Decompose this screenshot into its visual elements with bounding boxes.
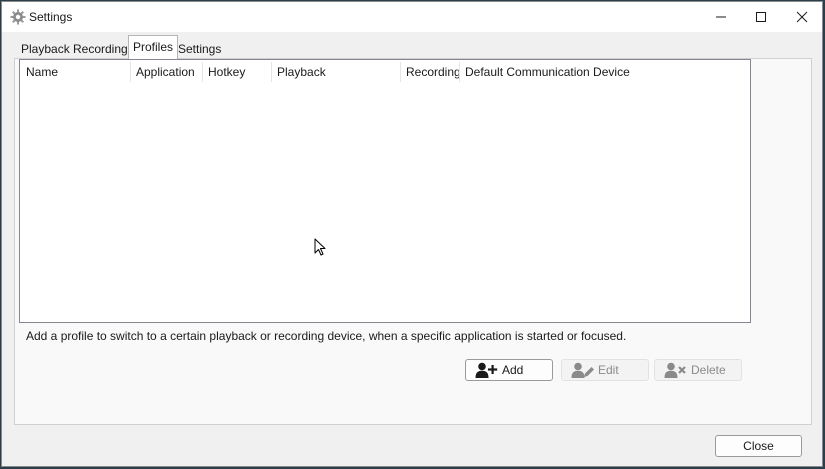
title-bar[interactable]: Settings [2, 2, 822, 32]
list-header: Name Application Hotkey Playback Recordi… [20, 60, 750, 84]
profiles-hint-text: Add a profile to switch to a certain pla… [26, 329, 627, 343]
tab-recording[interactable]: Recording [69, 39, 132, 59]
tab-profiles[interactable]: Profiles [128, 35, 179, 59]
maximize-icon [756, 12, 766, 22]
profiles-list[interactable]: Name Application Hotkey Playback Recordi… [19, 59, 751, 323]
settings-window: Settings Playback Recording Profiles Set… [1, 1, 823, 467]
delete-profile-button[interactable]: Delete [654, 359, 742, 381]
tab-settings[interactable]: Settings [174, 39, 225, 59]
edit-user-icon [571, 362, 594, 378]
column-header-default-communication-device[interactable]: Default Communication Device [459, 60, 659, 84]
edit-button-label: Edit [598, 363, 619, 377]
close-icon [796, 11, 808, 23]
column-header-hotkey[interactable]: Hotkey [202, 60, 271, 84]
column-header-application[interactable]: Application [130, 60, 202, 84]
tab-playback[interactable]: Playback [17, 39, 74, 59]
add-button-label: Add [502, 363, 524, 377]
add-user-icon [475, 362, 498, 378]
maximize-button[interactable] [742, 2, 780, 32]
mouse-cursor-icon [314, 238, 326, 256]
dialog-content: Playback Recording Profiles Settings Nam… [2, 32, 822, 466]
window-title: Settings [29, 10, 73, 24]
delete-button-label: Delete [691, 363, 726, 377]
add-profile-button[interactable]: Add [465, 359, 553, 381]
close-window-button[interactable] [783, 2, 821, 32]
minimize-icon [716, 16, 726, 18]
minimize-button[interactable] [702, 2, 740, 32]
gear-icon [10, 9, 26, 25]
delete-user-icon [664, 362, 686, 378]
dialog-footer: Close [2, 425, 822, 466]
close-button[interactable]: Close [715, 435, 802, 457]
column-header-playback[interactable]: Playback [271, 60, 400, 84]
column-header-recording[interactable]: Recording [400, 60, 461, 84]
column-header-name[interactable]: Name [20, 60, 130, 84]
edit-profile-button[interactable]: Edit [561, 359, 649, 381]
